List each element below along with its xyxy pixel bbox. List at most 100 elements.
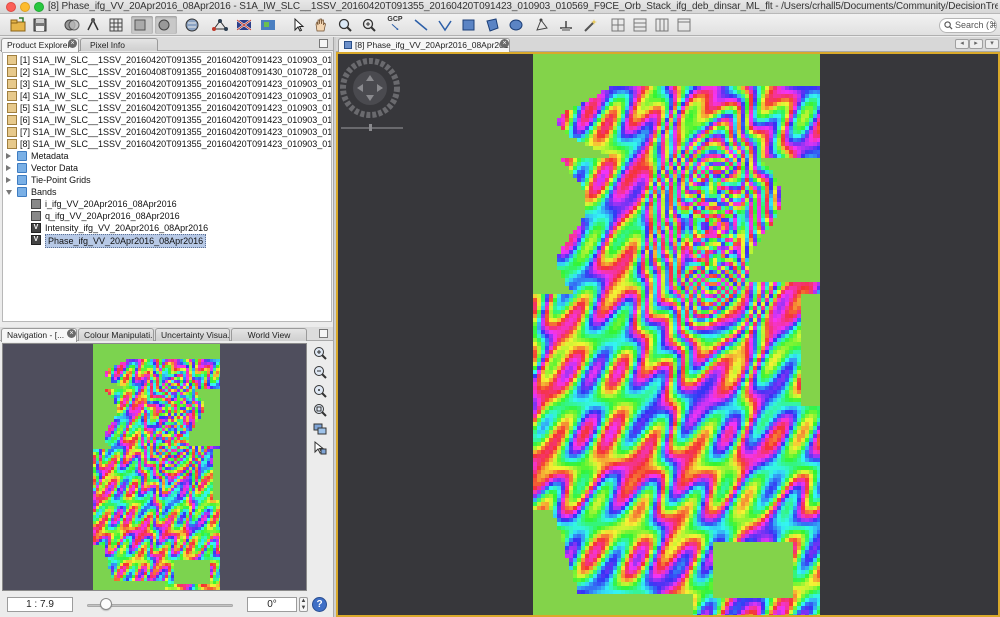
collapsed-arrow-icon[interactable] [6, 177, 11, 183]
search-input[interactable]: Search (⌘ [939, 18, 997, 33]
pan-navigation-control[interactable] [339, 57, 405, 131]
navigation-tools [309, 343, 331, 591]
band-tree-item[interactable]: V Phase_ifg_VV_20Apr2016_08Apr2016 [3, 234, 331, 248]
band-tree-item[interactable]: q_ifg_VV_20Apr2016_08Apr2016 [3, 210, 331, 222]
image-tab-label: [8] Phase_ifg_VV_20Apr2016_08Apr2016 [355, 40, 510, 50]
folder-icon [17, 175, 27, 185]
tile-evenly-icon[interactable] [609, 16, 627, 34]
tab-phase-image-view[interactable]: [8] Phase_ifg_VV_20Apr2016_08Apr2016 [338, 38, 510, 52]
product-tree-item[interactable]: [5] S1A_IW_SLC__1SSV_20160420T091355_201… [3, 102, 331, 114]
maximize-navigation-icon[interactable] [319, 329, 328, 338]
folder-tree-item[interactable]: Metadata [3, 150, 331, 162]
product-tree-item[interactable]: [6] S1A_IW_SLC__1SSV_20160420T091355_201… [3, 114, 331, 126]
open-product-icon[interactable] [9, 16, 27, 34]
folder-name: Metadata [31, 151, 69, 161]
zoom-actual-pixel-icon[interactable] [312, 383, 328, 399]
select-tool-icon[interactable] [289, 16, 307, 34]
world-view-icon[interactable] [183, 16, 201, 34]
band-icon [31, 199, 41, 209]
zoom-all-tool-icon[interactable] [155, 16, 177, 34]
folder-tree-item[interactable]: Bands [3, 186, 331, 198]
band-maths-icon[interactable] [63, 16, 81, 34]
product-icon [7, 103, 17, 113]
zoom-factor-field[interactable]: 1 : 7.9 [7, 597, 73, 612]
folder-name: Vector Data [31, 163, 79, 173]
draw-line-tool-icon[interactable] [412, 16, 430, 34]
tab-world-view[interactable]: World View [231, 328, 307, 341]
batch-processing-icon[interactable] [107, 16, 125, 34]
navigation-overview-panel[interactable] [2, 343, 307, 591]
pin-tool-icon[interactable] [360, 16, 378, 34]
product-tree-item[interactable]: [3] S1A_IW_SLC__1SSV_20160420T091355_201… [3, 78, 331, 90]
document-list-icon[interactable]: ▾ [985, 39, 999, 49]
expanded-arrow-icon[interactable] [6, 190, 12, 195]
tie-point-tool-icon[interactable] [557, 16, 575, 34]
tile-horizontal-icon[interactable] [631, 16, 649, 34]
product-name: [8] S1A_IW_SLC__1SSV_20160420T091355_201… [20, 139, 332, 149]
rotation-stepper[interactable]: ▲ ▼ [299, 597, 308, 612]
tab-uncertainty-visualisation[interactable]: Uncertainty Visua... [155, 328, 230, 341]
folder-tree-item[interactable]: Vector Data [3, 162, 331, 174]
draw-ellipse-tool-icon[interactable] [507, 16, 525, 34]
zoom-in-icon[interactable] [312, 345, 328, 361]
rotation-slider-thumb[interactable] [99, 598, 112, 610]
previous-document-icon[interactable]: ◂ [955, 39, 969, 49]
tile-vertical-icon[interactable] [653, 16, 671, 34]
close-product-explorer-icon[interactable]: × [68, 39, 77, 48]
explorer-tab-row: Product Explorer × Pixel Info [0, 37, 333, 52]
gcp-tool-icon[interactable]: GCP [386, 16, 404, 34]
save-product-icon[interactable] [31, 16, 49, 34]
product-tree-item[interactable]: [8] S1A_IW_SLC__1SSV_20160420T091355_201… [3, 138, 332, 150]
sync-cursor-icon[interactable] [312, 440, 328, 456]
gcp-label: GCP [387, 16, 403, 23]
zoom-out-icon[interactable] [312, 364, 328, 380]
snap-application-window: [8] Phase_ifg_VV_20Apr2016_08Apr2016 - S… [0, 0, 1000, 617]
virtual-band-icon: V [31, 235, 41, 245]
pixel-info-tool-icon[interactable] [131, 16, 153, 34]
product-tree-item[interactable]: [4] S1A_IW_SLC__1SSV_20160420T091355_201… [3, 90, 332, 102]
tile-single-icon[interactable] [675, 16, 693, 34]
graph-builder-icon[interactable] [85, 16, 103, 34]
product-tree-item[interactable]: [2] S1A_IW_SLC__1SSV_20160408T091355_201… [3, 66, 331, 78]
next-document-icon[interactable]: ▸ [969, 39, 983, 49]
product-tree: [1] S1A_IW_SLC__1SSV_20160420T091355_201… [2, 52, 332, 322]
close-image-view-icon[interactable]: × [500, 39, 509, 48]
band-tree-item[interactable]: i_ifg_VV_20Apr2016_08Apr2016 [3, 198, 331, 210]
maximize-explorer-icon[interactable] [319, 39, 328, 48]
product-icon [7, 127, 17, 137]
product-tree-item[interactable]: [7] S1A_IW_SLC__1SSV_20160420T091355_201… [3, 126, 332, 138]
tab-colour-manipulation-label: Colour Manipulati... [84, 330, 154, 340]
folder-icon [17, 151, 27, 161]
draw-polygon-tool-icon[interactable] [483, 16, 501, 34]
draw-rectangle-tool-icon[interactable] [459, 16, 477, 34]
snap-graph-icon[interactable] [211, 16, 229, 34]
sync-views-icon[interactable] [312, 421, 328, 437]
zoom-tool-icon[interactable] [336, 16, 354, 34]
image-view-canvas[interactable] [336, 52, 1000, 617]
product-tree-item[interactable]: [1] S1A_IW_SLC__1SSV_20160420T091355_201… [3, 54, 331, 66]
collapsed-arrow-icon[interactable] [6, 165, 11, 171]
tab-pixel-info[interactable]: Pixel Info [80, 38, 158, 51]
band-tree-item[interactable]: V Intensity_ifg_VV_20Apr2016_08Apr2016 [3, 222, 331, 234]
folder-tree-item[interactable]: Tie-Point Grids [3, 174, 331, 186]
tab-navigation[interactable]: Navigation - [... [1, 328, 77, 342]
help-button[interactable]: ? [312, 597, 327, 612]
product-name: [7] S1A_IW_SLC__1SSV_20160420T091355_201… [20, 127, 332, 137]
range-finder-tool-icon[interactable] [533, 16, 551, 34]
product-name: [4] S1A_IW_SLC__1SSV_20160420T091355_201… [20, 91, 332, 101]
zoom-window-button[interactable] [34, 2, 44, 12]
magic-wand-tool-icon[interactable] [581, 16, 599, 34]
close-window-button[interactable] [6, 2, 16, 12]
minimize-window-button[interactable] [20, 2, 30, 12]
globe-map-icon[interactable] [259, 16, 277, 34]
band-name: q_ifg_VV_20Apr2016_08Apr2016 [45, 211, 180, 221]
draw-polyline-tool-icon[interactable] [436, 16, 454, 34]
flag-product-icon[interactable] [235, 16, 253, 34]
zoom-all-icon[interactable] [312, 402, 328, 418]
collapsed-arrow-icon[interactable] [6, 153, 11, 159]
tab-colour-manipulation[interactable]: Colour Manipulati... [78, 328, 154, 341]
pan-tool-icon[interactable] [311, 16, 329, 34]
rotation-angle-field[interactable]: 0° [247, 597, 297, 612]
close-navigation-icon[interactable]: × [67, 329, 76, 338]
tab-navigation-label: Navigation - [... [7, 330, 65, 340]
